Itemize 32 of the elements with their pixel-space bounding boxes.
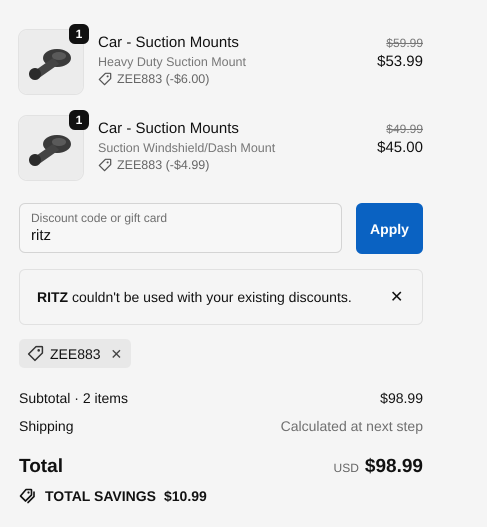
apply-button[interactable]: Apply [356, 203, 423, 254]
product-title: Car - Suction Mounts [98, 34, 240, 52]
close-button[interactable]: ✕ [388, 287, 405, 307]
quantity-badge: 1 [69, 110, 89, 130]
price: $53.99 [377, 53, 423, 70]
discount-label: ZEE883 (-$6.00) [117, 72, 210, 86]
discount-code: ZEE883 [50, 346, 101, 362]
tag-icon [27, 345, 44, 362]
discount-field[interactable]: Discount code or gift card ritz [19, 203, 342, 253]
tags-icon [19, 488, 37, 504]
summary-value: Calculated at next step [280, 418, 423, 434]
original-price: $49.99 [386, 122, 423, 136]
tag-icon [98, 72, 112, 86]
original-price: $59.99 [386, 36, 423, 50]
product-variant: Heavy Duty Suction Mount [98, 55, 247, 69]
savings-label: TOTAL SAVINGS [45, 488, 156, 504]
product-variant: Suction Windshield/Dash Mount [98, 141, 276, 155]
code-input[interactable]: ritz [31, 227, 330, 244]
savings-amount: $10.99 [164, 488, 207, 504]
remove-button[interactable]: ✕ [106, 346, 123, 362]
price: $45.00 [377, 139, 423, 156]
summary-label: Shipping [19, 418, 74, 434]
error-message: RITZ couldn't be used with your existing discounts. [37, 289, 352, 305]
tag-icon [98, 158, 112, 172]
summary-value: $98.99 [380, 390, 423, 406]
discount-label: ZEE883 (-$4.99) [117, 158, 210, 172]
product-title: Car - Suction Mounts [98, 120, 240, 138]
summary-label: Subtotal · 2 items [19, 390, 128, 406]
total-label: Total [19, 456, 63, 478]
total-amount: $98.99 [364, 456, 423, 477]
currency: USD [334, 461, 359, 475]
quantity-badge: 1 [69, 24, 89, 44]
